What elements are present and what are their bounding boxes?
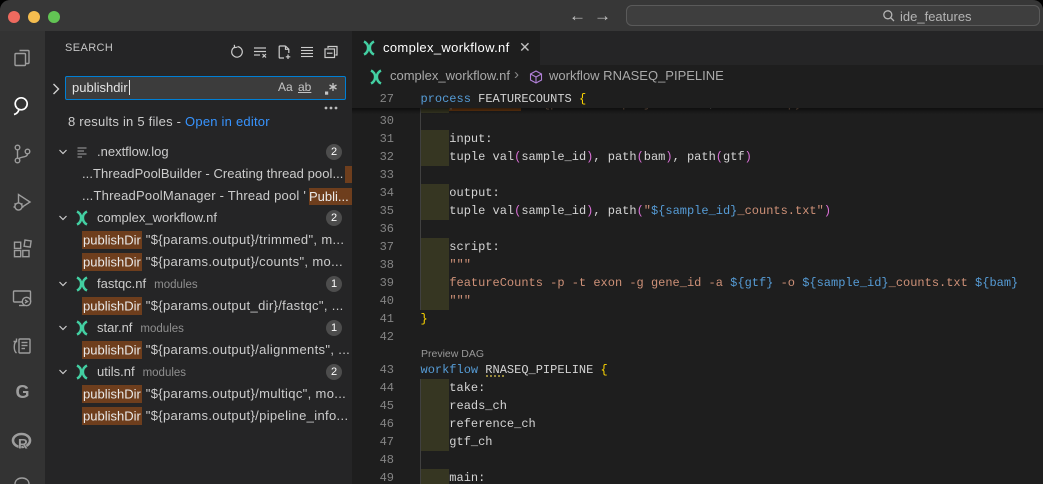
svg-text:R: R — [18, 437, 28, 452]
